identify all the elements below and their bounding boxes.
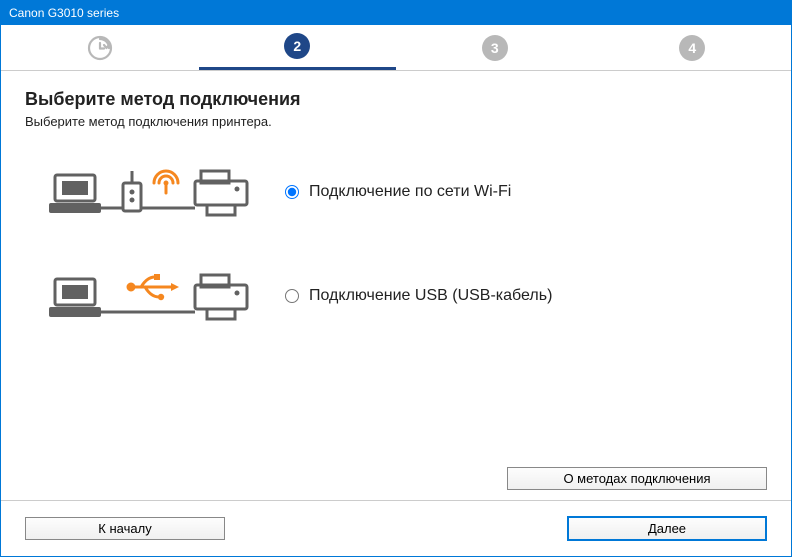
step-3: 3 bbox=[396, 25, 594, 70]
next-button[interactable]: Далее bbox=[567, 516, 767, 541]
step-number: 2 bbox=[284, 33, 310, 59]
page-title: Выберите метод подключения bbox=[25, 89, 767, 110]
radio-wifi[interactable] bbox=[285, 185, 299, 199]
about-methods-button[interactable]: О методах подключения bbox=[507, 467, 767, 490]
step-done-icon bbox=[87, 35, 113, 61]
option-usb: Подключение USB (USB-кабель) bbox=[25, 261, 767, 331]
step-4: 4 bbox=[594, 25, 792, 70]
stepper: 2 3 4 bbox=[1, 25, 791, 71]
page-subtitle: Выберите метод подключения принтера. bbox=[25, 114, 767, 129]
option-wifi: Подключение по сети Wi-Fi bbox=[25, 157, 767, 227]
step-number: 4 bbox=[679, 35, 705, 61]
option-wifi-label: Подключение по сети Wi-Fi bbox=[309, 183, 511, 201]
back-button[interactable]: К началу bbox=[25, 517, 225, 540]
window-title: Canon G3010 series bbox=[9, 6, 119, 20]
step-number: 3 bbox=[482, 35, 508, 61]
footer: К началу Далее bbox=[1, 500, 791, 556]
step-1 bbox=[1, 25, 199, 70]
option-usb-label: Подключение USB (USB-кабель) bbox=[309, 287, 552, 305]
usb-connection-icon bbox=[25, 261, 285, 331]
option-usb-radio[interactable]: Подключение USB (USB-кабель) bbox=[285, 287, 552, 305]
option-wifi-radio[interactable]: Подключение по сети Wi-Fi bbox=[285, 183, 511, 201]
step-2: 2 bbox=[199, 25, 397, 70]
wifi-connection-icon bbox=[25, 157, 285, 227]
titlebar: Canon G3010 series bbox=[1, 1, 791, 25]
radio-usb[interactable] bbox=[285, 289, 299, 303]
main-content: Выберите метод подключения Выберите мето… bbox=[1, 71, 791, 500]
